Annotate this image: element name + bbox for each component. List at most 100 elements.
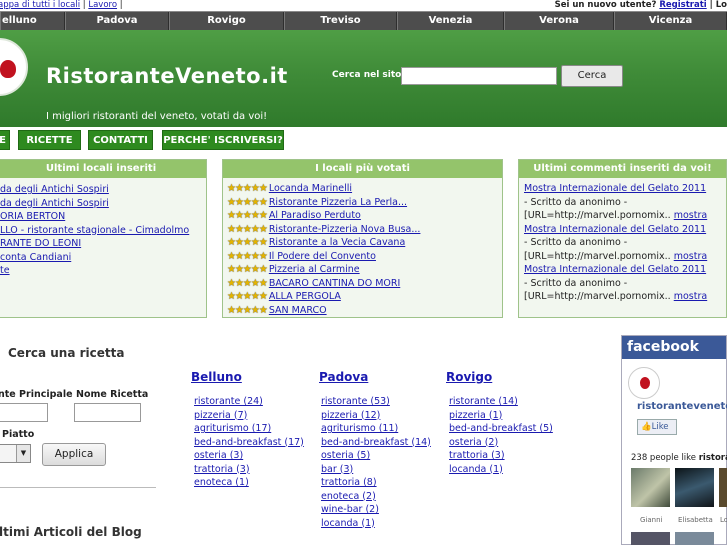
label-recipe-name: Nome Ricetta <box>76 389 149 400</box>
heart-icon <box>640 377 650 389</box>
link-lavoro[interactable]: Lavoro <box>88 0 117 10</box>
new-user-text: Sei un nuovo utente? <box>554 0 657 10</box>
region-link[interactable]: trattoria (3) <box>194 464 250 475</box>
apply-button[interactable]: Applica <box>42 443 106 466</box>
search-label: Cerca nel sito: <box>332 70 405 80</box>
region-link[interactable]: ristorante (24) <box>194 396 263 407</box>
region-link[interactable]: osteria (3) <box>194 450 243 461</box>
search-input[interactable] <box>401 67 557 85</box>
fan-name: Gianni <box>640 516 663 524</box>
city-rovigo[interactable]: Rovigo <box>169 12 284 30</box>
facebook-page-name[interactable]: ristoranteveneto <box>637 401 727 412</box>
region-title[interactable]: Rovigo <box>446 370 553 384</box>
box-latest-title: Ultimi locali inseriti <box>0 160 206 178</box>
search-button[interactable]: Cerca <box>561 65 623 87</box>
menu-ricette[interactable]: RICETTE <box>18 130 81 150</box>
comment-link[interactable]: Mostra Internazionale del Gelato 2011 <box>524 264 706 275</box>
recipe-name-input[interactable] <box>74 403 141 422</box>
star-rating-icon: ★★★★★ <box>227 210 268 221</box>
main-ingredient-input[interactable] <box>0 403 48 422</box>
voted-item[interactable]: Il Podere del Convento <box>269 251 376 262</box>
latest-item[interactable]: conta Candiani <box>0 252 71 263</box>
comment-link[interactable]: Mostra Internazionale del Gelato 2011 <box>524 183 706 194</box>
dish-select[interactable]: ▼ <box>0 444 31 463</box>
menu-home[interactable]: E <box>0 130 10 150</box>
region-title[interactable]: Padova <box>319 370 431 384</box>
city-belluno[interactable]: elluno <box>0 12 65 30</box>
region-link[interactable]: pizzeria (1) <box>449 410 502 421</box>
region-link[interactable]: trattoria (8) <box>321 477 377 488</box>
voted-item[interactable]: Al Paradiso Perduto <box>269 210 361 221</box>
facebook-brand[interactable]: facebook <box>622 336 726 359</box>
region-link[interactable]: enoteca (2) <box>321 491 376 502</box>
latest-item[interactable]: LLO - ristorante stagionale - Cimadolmo <box>0 225 189 236</box>
region-link[interactable]: trattoria (3) <box>449 450 505 461</box>
fan-avatar[interactable] <box>631 532 670 545</box>
region-link[interactable]: bed-and-breakfast (5) <box>449 423 553 434</box>
star-rating-icon: ★★★★★ <box>227 277 268 289</box>
city-vicenza[interactable]: Vicenza <box>614 12 727 30</box>
fan-avatar[interactable] <box>719 468 727 507</box>
voted-item[interactable]: SAN MARCO <box>269 305 327 316</box>
fan-avatar[interactable] <box>631 468 670 507</box>
latest-item[interactable]: da degli Antichi Sospiri <box>0 198 109 209</box>
box-most-voted: I locali più votati ★★★★★ Locanda Marinel… <box>222 159 503 318</box>
star-rating-icon: ★★★★★ <box>227 291 268 302</box>
menu-contatti[interactable]: CONTATTI <box>88 130 153 150</box>
region-link[interactable]: agriturismo (17) <box>194 423 271 434</box>
voted-item[interactable]: Locanda Marinelli <box>269 183 352 194</box>
region-title[interactable]: Belluno <box>191 370 304 384</box>
city-verona[interactable]: Verona <box>504 12 614 30</box>
fan-avatar[interactable] <box>675 532 714 545</box>
link-map[interactable]: appa di tutti i locali <box>0 0 80 10</box>
label-dish: Piatto <box>2 429 35 440</box>
region-link[interactable]: ristorante (14) <box>449 396 518 407</box>
region-link[interactable]: bed-and-breakfast (14) <box>321 437 431 448</box>
box-voted-title: I locali più votati <box>223 160 502 178</box>
voted-item[interactable]: BACARO CANTINA DO MORI <box>269 278 400 289</box>
menu-perche-iscriversi[interactable]: PERCHE' ISCRIVERSI? <box>162 130 284 150</box>
page-avatar[interactable] <box>628 367 660 399</box>
voted-item[interactable]: Pizzeria al Carmine <box>269 264 360 275</box>
region-link[interactable]: osteria (5) <box>321 450 370 461</box>
region-link[interactable]: osteria (2) <box>449 437 498 448</box>
blog-title: ltimi Articoli del Blog <box>0 525 142 539</box>
voted-item[interactable]: Ristorante Pizzeria La Perla... <box>269 197 407 208</box>
latest-item[interactable]: ORIA BERTON <box>0 211 65 222</box>
region-link[interactable]: agriturismo (11) <box>321 423 398 434</box>
site-name[interactable]: RistoranteVeneto.it <box>46 64 288 88</box>
comment-more-link[interactable]: mostra <box>674 291 707 302</box>
region-link[interactable]: locanda (1) <box>321 518 375 529</box>
region-link[interactable]: wine-bar (2) <box>321 504 379 515</box>
chevron-down-icon: ▼ <box>16 445 30 462</box>
fan-name: Elisabetta <box>678 516 713 524</box>
latest-item[interactable]: te <box>0 265 10 276</box>
region-link[interactable]: bed-and-breakfast (17) <box>194 437 304 448</box>
voted-item[interactable]: Ristorante-Pizzeria Nova Busa... <box>269 224 421 235</box>
box-comments-title: Ultimi commenti inseriti da voi! <box>519 160 726 178</box>
city-venezia[interactable]: Venezia <box>397 12 504 30</box>
comment-more-link[interactable]: mostra <box>674 210 707 221</box>
voted-item[interactable]: ALLA PERGOLA <box>269 291 341 302</box>
facebook-like-button[interactable]: 👍Like <box>637 419 677 435</box>
region-link[interactable]: locanda (1) <box>449 464 503 475</box>
region-link[interactable]: ristorante (53) <box>321 396 390 407</box>
fan-avatar[interactable] <box>675 468 714 507</box>
comment-item: Mostra Internazionale del Gelato 2011 - S… <box>524 263 722 304</box>
star-rating-icon: ★★★★★ <box>227 250 268 262</box>
comment-link[interactable]: Mostra Internazionale del Gelato 2011 <box>524 224 706 235</box>
region-link[interactable]: pizzeria (12) <box>321 410 380 421</box>
region-link[interactable]: pizzeria (7) <box>194 410 247 421</box>
city-padova[interactable]: Padova <box>65 12 169 30</box>
latest-item[interactable]: RANTE DO LEONI <box>0 238 81 249</box>
region-link[interactable]: bar (3) <box>321 464 353 475</box>
star-rating-icon: ★★★★★ <box>227 264 268 275</box>
latest-item[interactable]: da degli Antichi Sospiri <box>0 184 109 195</box>
city-treviso[interactable]: Treviso <box>284 12 397 30</box>
register-link[interactable]: Registrati <box>659 0 706 10</box>
comment-more-link[interactable]: mostra <box>674 251 707 262</box>
voted-item[interactable]: Ristorante a la Vecia Cavana <box>269 237 405 248</box>
people-like-text: 238 people like ristorante <box>631 453 727 463</box>
region-link[interactable]: enoteca (1) <box>194 477 249 488</box>
comment-author: - Scritto da anonimo - <box>524 196 628 208</box>
